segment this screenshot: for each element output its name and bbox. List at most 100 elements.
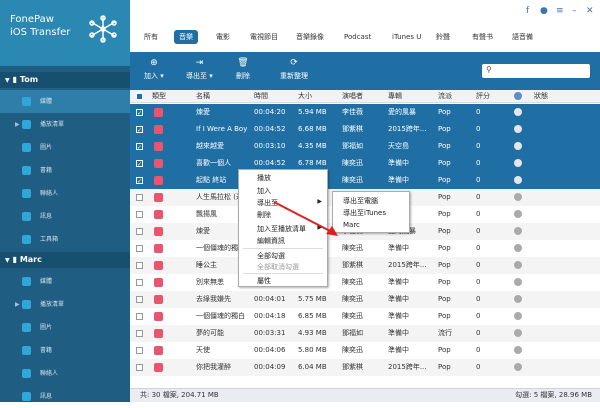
row-checkbox[interactable]	[136, 211, 143, 218]
tab-movies[interactable]: 電影	[216, 30, 230, 44]
table-row[interactable]: 煉愛 00:04:20 5.94 MB 李佳薇 愛的風暴 Pop 0	[130, 104, 600, 122]
table-row[interactable]: 一個僵魂的獨白 陳奕迅 準備中 Pop 0	[130, 240, 600, 257]
tab-music-videos[interactable]: 音樂錄像	[296, 30, 324, 44]
cell-name: 煉愛	[196, 227, 210, 235]
table-row[interactable]: 天使 00:04:06 5.80 MB 陳奕迅 準備中 Pop 0	[130, 342, 600, 359]
row-checkbox[interactable]	[136, 279, 143, 286]
row-checkbox[interactable]	[136, 139, 143, 156]
cell-rating: 0	[476, 159, 481, 167]
column-album[interactable]: 專輯	[388, 90, 402, 103]
row-checkbox[interactable]	[136, 347, 143, 354]
add-button[interactable]: ⊕ 加入 ▾	[144, 58, 164, 81]
export-button[interactable]: ⇥ 導出至 ▾	[186, 58, 213, 81]
sidebar-item-messages[interactable]: 訊息	[0, 205, 130, 228]
row-checkbox[interactable]	[136, 156, 143, 173]
tab-ringtones[interactable]: 鈴聲	[436, 30, 450, 44]
column-rating[interactable]: 評分	[476, 90, 490, 103]
row-checkbox[interactable]	[136, 194, 143, 201]
table-row[interactable]: 起點 終站 陳奕迅 準備中 Pop 0	[130, 172, 600, 190]
row-checkbox[interactable]	[136, 122, 143, 139]
facebook-icon[interactable]: f	[526, 6, 529, 16]
collapse-arrow-icon: ▼	[5, 77, 10, 84]
row-checkbox[interactable]	[136, 173, 143, 190]
expand-arrow-icon[interactable]: ▶	[15, 293, 20, 316]
menu-item-properties[interactable]: 屬性	[257, 276, 271, 286]
menu-item-check-all[interactable]: 全部勾選	[257, 251, 285, 261]
menu-item-export-to-itunes[interactable]: 導出至iTunes	[343, 208, 386, 218]
search-input[interactable]: ⚲	[482, 64, 590, 78]
row-checkbox[interactable]	[136, 313, 143, 320]
music-note-icon	[154, 142, 163, 151]
cell-size: 6.85 MB	[298, 312, 327, 320]
column-genre[interactable]: 流派	[438, 90, 452, 103]
row-checkbox[interactable]	[136, 364, 143, 371]
sidebar-item-messages[interactable]: 訊息	[0, 385, 130, 402]
tab-itunes-u[interactable]: iTunes U	[392, 30, 421, 44]
refresh-button[interactable]: ⟳ 重新整理	[280, 58, 308, 81]
column-size[interactable]: 大小	[298, 90, 312, 103]
sidebar-item-contacts[interactable]: 聯絡人	[0, 362, 130, 385]
cell-genre: Pop	[438, 227, 451, 235]
row-checkbox[interactable]	[136, 262, 143, 269]
menu-item-add[interactable]: 加入	[257, 186, 271, 196]
sidebar-item-contacts[interactable]: 聯絡人	[0, 182, 130, 205]
sidebar-item-toolbox[interactable]: 工具箱	[0, 228, 130, 251]
row-checkbox[interactable]	[136, 245, 143, 252]
row-checkbox[interactable]	[136, 296, 143, 303]
sidebar-item-books[interactable]: 書籍	[0, 159, 130, 182]
table-row[interactable]: 夢的可能 00:03:31 4.93 MB 鄧福如 準備中 流行 0	[130, 325, 600, 342]
sidebar-item-playlist[interactable]: ▶ 播放清單	[0, 293, 130, 316]
cell-album: 準備中	[388, 346, 409, 354]
tab-music[interactable]: 音樂	[174, 30, 198, 44]
photo-icon	[22, 323, 31, 332]
table-row[interactable]: 你把我灌醉 00:04:09 6.04 MB 鄧紫棋 2015跨年... Pop 0	[130, 359, 600, 376]
table-row[interactable]: 去綠我嫌先 00:04:01 5.75 MB 陳奕迅 準備中 Pop 0	[130, 291, 600, 308]
menu-item-export-to-pc[interactable]: 導出至電腦	[343, 196, 378, 206]
table-row[interactable]: 越來越愛 00:03:10 4.35 MB 鄧福如 天空島 Pop 0	[130, 138, 600, 156]
table-row[interactable]: 喜歡一個人00:04:526.78 MB陳奕迅準備中Pop0	[130, 155, 600, 173]
sidebar-item-books[interactable]: 書籍	[0, 339, 130, 362]
menu-item-delete[interactable]: 刪除	[257, 210, 271, 220]
delete-button[interactable]: 🗑 刪除	[236, 58, 250, 81]
sidebar-item-media[interactable]: 媒體	[0, 270, 130, 293]
music-note-icon	[154, 278, 163, 287]
sidebar-item-photos[interactable]: 圖片	[0, 136, 130, 159]
menu-icon[interactable]: ≡	[556, 6, 564, 16]
row-checkbox[interactable]	[136, 105, 143, 122]
sidebar-item-media[interactable]: 媒體	[0, 90, 130, 113]
table-row[interactable]: 睡公主 鄧紫棋 2015跨年... Pop 0	[130, 257, 600, 274]
column-status[interactable]: 狀態	[534, 90, 548, 103]
table-row[interactable]: 別來無恙00:04:556.84 MB陳奕迅準備中Pop0	[130, 274, 600, 291]
sidebar-item-photos[interactable]: 圖片	[0, 316, 130, 339]
column-type[interactable]: 類型	[152, 90, 166, 103]
table-row[interactable]: 一個僵魂的獨白 00:04:18 6.85 MB 陳奕迅 準備中 Pop 0	[130, 308, 600, 325]
tab-voice-memos[interactable]: 語音備	[512, 30, 533, 44]
music-note-icon	[154, 125, 163, 134]
expand-arrow-icon[interactable]: ▶	[15, 113, 20, 136]
select-all-checkbox[interactable]	[136, 89, 143, 100]
table-row[interactable]: If I Were A Boy 00:04:52 6.68 MB 鄧紫棋 2015跨年.…	[130, 121, 600, 139]
device-marc-header[interactable]: ▼ ▮ Marc	[0, 252, 130, 268]
contacts-icon	[22, 189, 31, 198]
chat-icon[interactable]: ●	[540, 6, 548, 16]
device-tom-header[interactable]: ▼ ▮ Tom	[0, 72, 130, 88]
menu-item-play[interactable]: 播放	[257, 173, 271, 183]
tab-tv-shows[interactable]: 電視節目	[250, 30, 278, 44]
cell-genre: Pop	[438, 125, 451, 133]
menu-item-export-to-marc[interactable]: Marc	[343, 221, 360, 229]
row-checkbox[interactable]	[136, 330, 143, 337]
phone-icon: ▮	[12, 75, 20, 84]
row-checkbox[interactable]	[136, 228, 143, 235]
close-icon[interactable]: ✕	[586, 6, 594, 16]
column-artist[interactable]: 演唱者	[342, 90, 363, 103]
minimize-icon[interactable]: –	[572, 6, 577, 16]
column-name[interactable]: 名稱	[196, 90, 210, 103]
sidebar-item-playlist[interactable]: ▶ 播放清單	[0, 113, 130, 136]
cell-name: 起點 終站	[196, 176, 227, 184]
tab-audiobooks[interactable]: 有聲书	[472, 30, 493, 44]
column-time[interactable]: 時間	[254, 90, 268, 103]
cell-time: 00:04:18	[254, 312, 286, 320]
cell-artist: 鄧紫棋	[342, 125, 363, 133]
tab-podcast[interactable]: Podcast	[344, 30, 371, 44]
tab-all[interactable]: 所有	[144, 30, 158, 44]
